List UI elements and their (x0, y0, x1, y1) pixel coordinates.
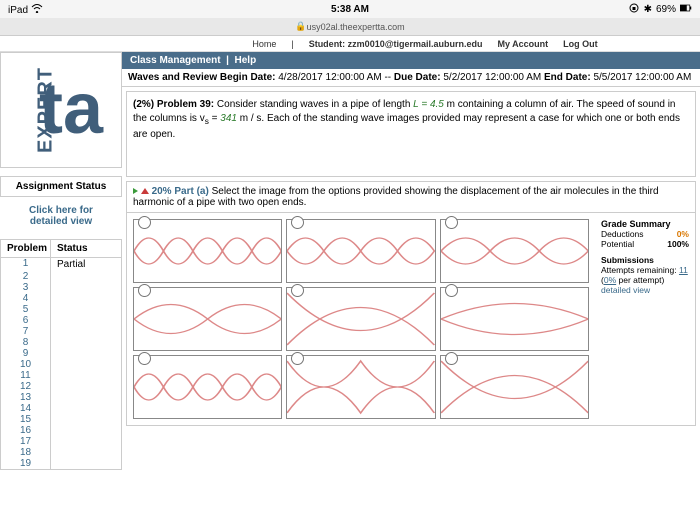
part-a-box: 20% Part (a) Select the image from the o… (126, 181, 696, 426)
device-label: iPad (8, 3, 43, 16)
option-8[interactable] (286, 355, 435, 419)
table-row: 16 (1, 425, 121, 436)
table-row: 7 (1, 326, 121, 337)
grade-panel: Grade Summary Deductions0% Potential100%… (595, 213, 695, 425)
option-radio-6[interactable] (445, 284, 458, 297)
options-grid (127, 213, 595, 425)
problem-link[interactable]: 1 (1, 258, 51, 271)
dates-row: Waves and Review Begin Date: 4/28/2017 1… (122, 69, 700, 87)
option-radio-8[interactable] (291, 352, 304, 365)
option-9[interactable] (440, 355, 589, 419)
table-row: 14 (1, 403, 121, 414)
status-right: ✱ 69% (628, 3, 692, 16)
expand-icon[interactable] (133, 188, 138, 194)
logo: EXPERT ta (0, 52, 122, 168)
problem-table: Problem Status 1Partial23456789101112131… (0, 239, 122, 470)
table-row: 17 (1, 436, 121, 447)
problem-link[interactable]: 15 (1, 414, 51, 425)
battery-icon (680, 3, 692, 16)
table-row: 3 (1, 282, 121, 293)
table-row: 1Partial (1, 258, 121, 271)
option-7[interactable] (133, 355, 282, 419)
battery-pct: 69% (656, 4, 676, 15)
detailed-view-link[interactable]: Click here for detailed view (0, 197, 122, 235)
option-6[interactable] (440, 287, 589, 351)
device-name: iPad (8, 5, 28, 16)
table-row: 6 (1, 315, 121, 326)
problem-statement: (2%) Problem 39: Consider standing waves… (126, 91, 696, 177)
nav-student: Student: zzm0010@tigermail.auburn.edu (309, 39, 483, 49)
table-row: 12 (1, 381, 121, 392)
assignment-status-header: Assignment Status (0, 176, 122, 197)
help-link[interactable]: Help (235, 55, 257, 66)
url-bar[interactable]: 🔒 usy02al.theexpertta.com (0, 18, 700, 36)
option-1[interactable] (133, 219, 282, 283)
table-row: 2 (1, 271, 121, 282)
option-radio-2[interactable] (291, 216, 304, 229)
problem-link[interactable]: 7 (1, 326, 51, 337)
col-status: Status (51, 240, 121, 257)
problem-link[interactable]: 8 (1, 337, 51, 348)
option-radio-5[interactable] (291, 284, 304, 297)
problem-link[interactable]: 5 (1, 304, 51, 315)
option-radio-9[interactable] (445, 352, 458, 365)
top-nav: Home | Student: zzm0010@tigermail.auburn… (0, 36, 700, 52)
problem-link[interactable]: 11 (1, 370, 51, 381)
class-mgmt-bar: Class Management | Help (122, 52, 700, 69)
option-radio-3[interactable] (445, 216, 458, 229)
table-row: 8 (1, 337, 121, 348)
option-radio-4[interactable] (138, 284, 151, 297)
problem-link[interactable]: 12 (1, 381, 51, 392)
table-row: 4 (1, 293, 121, 304)
problem-link[interactable]: 9 (1, 348, 51, 359)
table-row: 9 (1, 348, 121, 359)
wifi-icon (31, 5, 43, 16)
problem-link[interactable]: 16 (1, 425, 51, 436)
table-row: 19 (1, 458, 121, 469)
nav-home[interactable]: Home (252, 39, 276, 49)
problem-link[interactable]: 17 (1, 436, 51, 447)
table-row: 15 (1, 414, 121, 425)
main-content: Class Management | Help Waves and Review… (122, 52, 700, 525)
table-row: 18 (1, 447, 121, 458)
part-a-header: 20% Part (a) Select the image from the o… (127, 182, 695, 213)
problem-link[interactable]: 3 (1, 282, 51, 293)
grade-detail-link[interactable]: detailed view (601, 285, 689, 295)
ios-status-bar: iPad 5:38 AM ✱ 69% (0, 0, 700, 18)
warning-icon (141, 188, 149, 194)
url-text: usy02al.theexpertta.com (307, 22, 405, 32)
clock: 5:38 AM (331, 4, 369, 15)
table-row: 13 (1, 392, 121, 403)
logo-vert: EXPERT (35, 67, 58, 153)
problem-link[interactable]: 18 (1, 447, 51, 458)
table-row: 5 (1, 304, 121, 315)
option-radio-1[interactable] (138, 216, 151, 229)
problem-link[interactable]: 6 (1, 315, 51, 326)
problem-link[interactable]: 13 (1, 392, 51, 403)
col-problem: Problem (1, 240, 51, 257)
problem-link[interactable]: 19 (1, 458, 51, 469)
option-4[interactable] (133, 287, 282, 351)
class-mgmt-link[interactable]: Class Management (130, 55, 221, 66)
option-radio-7[interactable] (138, 352, 151, 365)
rotation-lock-icon (628, 3, 640, 16)
sidebar: EXPERT ta Assignment Status Click here f… (0, 52, 122, 525)
option-3[interactable] (440, 219, 589, 283)
table-row: 11 (1, 370, 121, 381)
bluetooth-icon: ✱ (644, 4, 652, 15)
problem-link[interactable]: 2 (1, 271, 51, 282)
nav-logout[interactable]: Log Out (563, 39, 598, 49)
option-5[interactable] (286, 287, 435, 351)
option-2[interactable] (286, 219, 435, 283)
problem-link[interactable]: 4 (1, 293, 51, 304)
problem-link[interactable]: 10 (1, 359, 51, 370)
nav-account[interactable]: My Account (498, 39, 549, 49)
table-row: 10 (1, 359, 121, 370)
lock-icon: 🔒 (295, 21, 306, 32)
problem-link[interactable]: 14 (1, 403, 51, 414)
